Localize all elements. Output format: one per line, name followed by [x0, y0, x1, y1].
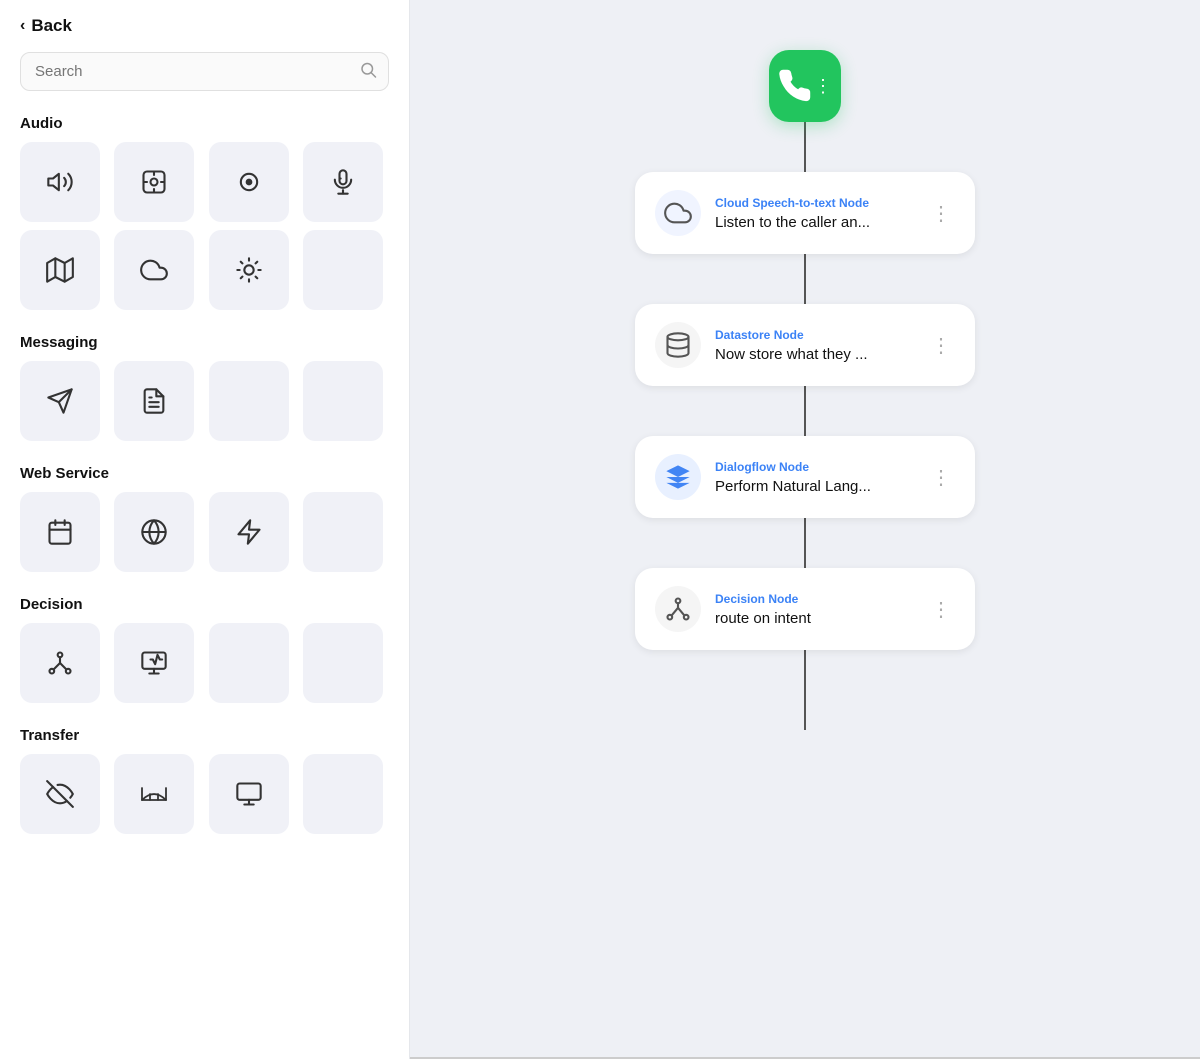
- connector-3: [804, 518, 806, 568]
- audio-settings-item[interactable]: [114, 142, 194, 222]
- tr-empty1-item: [303, 754, 383, 834]
- dialogflow-menu[interactable]: ⋮: [927, 461, 955, 494]
- dialogflow-text: Dialogflow Node Perform Natural Lang...: [715, 460, 913, 495]
- tr-screen-item[interactable]: [209, 754, 289, 834]
- search-wrapper: [20, 52, 389, 91]
- dec-route-item[interactable]: [20, 623, 100, 703]
- messaging-grid: [20, 361, 389, 441]
- decision-type: Decision Node: [715, 592, 913, 606]
- decision-node[interactable]: Decision Node route on intent ⋮: [635, 568, 975, 650]
- tr-eyeoff-item[interactable]: [20, 754, 100, 834]
- decision-desc: route on intent: [715, 610, 913, 627]
- back-label: Back: [31, 16, 72, 36]
- datastore-desc: Now store what they ...: [715, 346, 913, 363]
- datastore-node[interactable]: Datastore Node Now store what they ... ⋮: [635, 304, 975, 386]
- audio-empty-item: [303, 230, 383, 310]
- dialogflow-desc: Perform Natural Lang...: [715, 478, 913, 495]
- audio-grid: [20, 142, 389, 310]
- msg-empty1-item: [209, 361, 289, 441]
- dec-empty1-item: [209, 623, 289, 703]
- ws-globe-item[interactable]: [114, 492, 194, 572]
- back-chevron-icon: ‹: [20, 17, 25, 35]
- category-decision-label: Decision: [20, 596, 389, 613]
- datastore-menu[interactable]: ⋮: [927, 329, 955, 362]
- msg-save-item[interactable]: [114, 361, 194, 441]
- audio-cloud-item[interactable]: [114, 230, 194, 310]
- webservice-grid: [20, 492, 389, 572]
- datastore-icon: [655, 322, 701, 368]
- category-webservice-label: Web Service: [20, 465, 389, 482]
- transfer-grid: [20, 754, 389, 834]
- cloud-speech-icon: [655, 190, 701, 236]
- decision-grid: [20, 623, 389, 703]
- start-node[interactable]: ⋮: [769, 50, 841, 122]
- start-node-dots: ⋮: [814, 76, 832, 97]
- audio-map-item[interactable]: [20, 230, 100, 310]
- cloud-speech-desc: Listen to the caller an...: [715, 214, 913, 231]
- dec-monitor-item[interactable]: [114, 623, 194, 703]
- dialogflow-icon: [655, 454, 701, 500]
- ws-bolt-item[interactable]: [209, 492, 289, 572]
- cloud-speech-text: Cloud Speech-to-text Node Listen to the …: [715, 196, 913, 231]
- audio-brightness-item[interactable]: [209, 230, 289, 310]
- flow-canvas: ⋮ Cloud Speech-to-text Node Listen to th…: [410, 0, 1200, 1059]
- category-audio-label: Audio: [20, 115, 389, 132]
- dec-empty2-item: [303, 623, 383, 703]
- decision-icon: [655, 586, 701, 632]
- back-button[interactable]: ‹ Back: [20, 16, 389, 36]
- datastore-text: Datastore Node Now store what they ...: [715, 328, 913, 363]
- sidebar: ‹ Back Audio: [0, 0, 410, 1059]
- category-transfer-label: Transfer: [20, 727, 389, 744]
- decision-menu[interactable]: ⋮: [927, 593, 955, 626]
- tr-bridge-item[interactable]: [114, 754, 194, 834]
- category-messaging-label: Messaging: [20, 334, 389, 351]
- ws-calendar-item[interactable]: [20, 492, 100, 572]
- connector-1: [804, 254, 806, 304]
- cloud-speech-type: Cloud Speech-to-text Node: [715, 196, 913, 210]
- flow-container: ⋮ Cloud Speech-to-text Node Listen to th…: [635, 50, 975, 730]
- search-icon: [359, 60, 377, 83]
- decision-text: Decision Node route on intent: [715, 592, 913, 627]
- audio-mic-item[interactable]: [303, 142, 383, 222]
- msg-send-item[interactable]: [20, 361, 100, 441]
- audio-record-item[interactable]: [209, 142, 289, 222]
- datastore-type: Datastore Node: [715, 328, 913, 342]
- audio-volume-item[interactable]: [20, 142, 100, 222]
- cloud-speech-menu[interactable]: ⋮: [927, 197, 955, 230]
- ws-empty1-item: [303, 492, 383, 572]
- dialogflow-type: Dialogflow Node: [715, 460, 913, 474]
- cloud-speech-node[interactable]: Cloud Speech-to-text Node Listen to the …: [635, 172, 975, 254]
- connector-2: [804, 386, 806, 436]
- search-input[interactable]: [20, 52, 389, 91]
- connector-0: [804, 122, 806, 172]
- msg-empty2-item: [303, 361, 383, 441]
- connector-4: [804, 650, 806, 730]
- dialogflow-node[interactable]: Dialogflow Node Perform Natural Lang... …: [635, 436, 975, 518]
